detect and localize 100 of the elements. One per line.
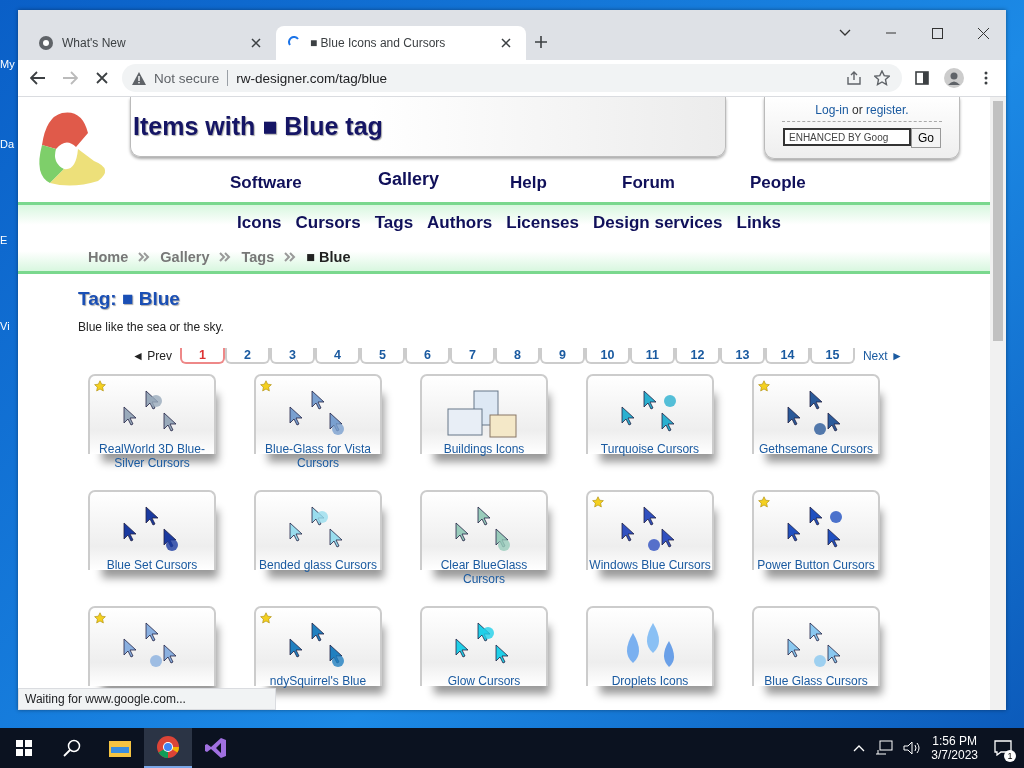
item-thumbnail[interactable]	[88, 374, 216, 454]
chrome-taskbar-button[interactable]	[144, 728, 192, 768]
item-thumbnail[interactable]	[88, 490, 216, 570]
sub-nav-link[interactable]: Licenses	[506, 213, 580, 234]
item-link[interactable]: Glow Cursors	[419, 674, 549, 688]
breadcrumb-link[interactable]: Tags	[241, 249, 275, 266]
item-link[interactable]: Power Button Cursors	[751, 558, 881, 572]
browser-tab[interactable]: What's New	[26, 26, 276, 60]
item-thumbnail[interactable]	[752, 490, 880, 570]
item-link[interactable]: Clear BlueGlass Cursors	[419, 558, 549, 586]
item-thumbnail[interactable]	[752, 374, 880, 454]
item-link[interactable]: Bended glass Cursors	[253, 558, 383, 572]
page-tab[interactable]: 10	[584, 348, 630, 364]
menu-icon	[984, 71, 988, 85]
item-link[interactable]: Turquoise Cursors	[585, 442, 715, 456]
go-button[interactable]: Go	[911, 128, 941, 148]
page-tab[interactable]: 4	[314, 348, 360, 364]
prev-link[interactable]: ◄ Prev	[132, 349, 172, 363]
item-link[interactable]: Blue-Glass for Vista Cursors	[253, 442, 383, 470]
notification-button[interactable]: 1	[988, 728, 1018, 768]
page-tab[interactable]: 7	[449, 348, 495, 364]
item-thumbnail[interactable]	[254, 490, 382, 570]
item-thumbnail[interactable]	[586, 374, 714, 454]
item-link[interactable]: Blue Set Cursors	[87, 558, 217, 572]
bookmark-button[interactable]	[872, 68, 892, 88]
page-tab[interactable]: 5	[359, 348, 405, 364]
breadcrumb-link[interactable]: Home	[88, 249, 129, 266]
address-bar[interactable]: Not secure rw-designer.com/tag/blue	[122, 64, 902, 92]
page-tab[interactable]: 6	[404, 348, 450, 364]
plus-icon	[534, 35, 548, 49]
search-field[interactable]: ENHANCED BY Goog	[783, 128, 911, 146]
page-tab[interactable]: 13	[719, 348, 765, 364]
star-icon	[94, 612, 106, 624]
minimize-icon	[886, 32, 896, 34]
sub-nav-link[interactable]: Authors	[427, 213, 493, 234]
browser-tab[interactable]: ■ Blue Icons and Cursors	[276, 26, 526, 60]
forward-arrow-icon	[62, 71, 78, 85]
chevron-down-icon	[839, 29, 851, 37]
security-label: Not secure	[154, 70, 220, 86]
item-thumbnail[interactable]	[88, 606, 216, 686]
share-icon	[846, 71, 862, 85]
register-link[interactable]: register.	[866, 103, 909, 117]
page-tab[interactable]: 3	[269, 348, 315, 364]
page-tab[interactable]: 2	[224, 348, 270, 364]
main-nav-link[interactable]: Gallery	[378, 169, 510, 193]
item-thumbnail[interactable]	[752, 606, 880, 686]
back-arrow-icon	[30, 71, 46, 85]
volume-icon[interactable]	[903, 740, 922, 756]
sub-nav-link[interactable]: Links	[736, 213, 781, 234]
item-thumbnail[interactable]	[586, 490, 714, 570]
page-tab[interactable]: 15	[809, 348, 855, 364]
item-thumbnail[interactable]	[420, 606, 548, 686]
profile-button[interactable]	[942, 66, 966, 90]
chevron-icon	[284, 252, 297, 263]
breadcrumb-link[interactable]: Gallery	[160, 249, 210, 266]
desktop-icon-label[interactable]: My	[0, 58, 18, 138]
sub-nav-link[interactable]: Icons	[237, 213, 282, 234]
item-link[interactable]: Blue Glass Cursors	[751, 674, 881, 688]
item-thumbnail[interactable]	[254, 374, 382, 454]
item-thumbnail[interactable]	[586, 606, 714, 686]
close-icon	[96, 72, 108, 84]
page-tab[interactable]: 12	[674, 348, 720, 364]
main-nav-link[interactable]: Forum	[622, 173, 750, 193]
desktop-icon-label[interactable]: Da	[0, 138, 18, 234]
tab-title: ■ Blue Icons and Cursors	[310, 36, 447, 50]
page-tab[interactable]: 9	[539, 348, 585, 364]
item-link[interactable]: Windows Blue Cursors	[585, 558, 715, 572]
star-icon	[758, 380, 770, 392]
sub-nav-link[interactable]: Cursors	[295, 213, 361, 234]
sub-nav-link[interactable]: Tags	[374, 213, 414, 234]
clock[interactable]: 1:56 PM 3/7/2023	[931, 734, 978, 762]
item-link[interactable]: RealWorld 3D Blue-Silver Cursors	[87, 442, 217, 470]
tag-heading: Tag: ■ Blue	[78, 288, 181, 310]
scrollbar[interactable]	[990, 97, 1006, 710]
item-link[interactable]: Droplets Icons	[585, 674, 715, 688]
page-tab[interactable]: 1	[179, 348, 225, 364]
chevron-up-icon[interactable]	[853, 744, 866, 752]
desktop-icon-label[interactable]: E	[0, 234, 18, 320]
item-thumbnail[interactable]	[254, 606, 382, 686]
main-nav-link[interactable]: Software	[230, 173, 378, 193]
login-link[interactable]: Log-in	[815, 103, 849, 117]
next-link[interactable]: Next ►	[862, 349, 903, 363]
item-thumbnail[interactable]	[420, 374, 548, 454]
page-tab[interactable]: 14	[764, 348, 810, 364]
main-nav-link[interactable]: Help	[510, 173, 622, 193]
main-nav-link[interactable]: People	[750, 173, 830, 193]
star-icon	[592, 496, 604, 508]
page-tab[interactable]: 8	[494, 348, 540, 364]
sub-nav-link[interactable]: Design services	[593, 213, 723, 234]
tag-description: Blue like the sea or the sky.	[78, 320, 225, 334]
network-icon[interactable]	[875, 740, 894, 756]
item-link[interactable]: ndySquirrel's Blue	[253, 674, 383, 688]
login-sentence: Log-in or register.	[782, 103, 942, 122]
item-thumbnail[interactable]	[420, 490, 548, 570]
breadcrumb-link[interactable]: ■ Blue	[306, 249, 351, 266]
item-link[interactable]: Buildings Icons	[419, 442, 549, 456]
item-link[interactable]: Gethsemane Cursors	[751, 442, 881, 456]
desktop-icon-label[interactable]: Vi	[0, 320, 18, 396]
page-tab[interactable]: 11	[629, 348, 675, 364]
avatar-icon	[944, 68, 964, 88]
